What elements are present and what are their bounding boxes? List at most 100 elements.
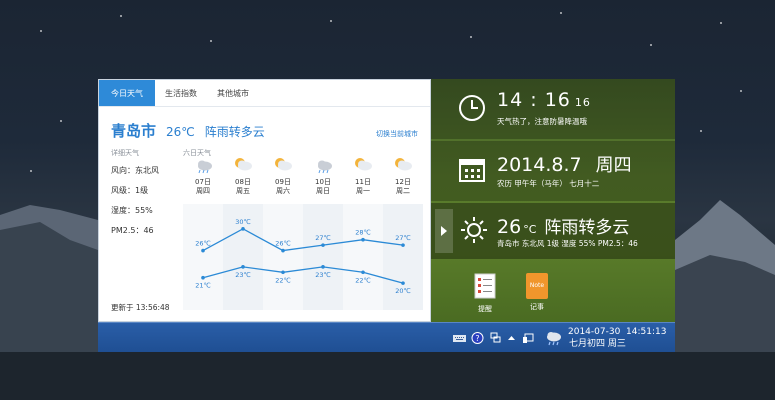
widget-temp-value: 26 [497, 216, 522, 238]
low-temp-point [361, 270, 365, 275]
switch-city-link[interactable]: 切换当前城市 [376, 129, 418, 139]
widget-temperature: 26 °C 阵雨转多云 [497, 213, 629, 238]
forecast-date: 09日 [275, 178, 291, 186]
clock-hint: 天气热了，注意防暑降温哦 [497, 117, 587, 126]
forecast-date: 08日 [235, 178, 251, 186]
forecast-days: 07日 周四 08日 周五 09日 周六 10日 周日 11日 周一 12日 周二 [183, 156, 423, 196]
widget-summary: 青岛市 东北风 1级 湿度 55% PM2.5：46 [497, 239, 638, 248]
low-temp-label: 23℃ [315, 271, 331, 279]
forecast-weekday: 周一 [356, 187, 370, 195]
tab-other-cities[interactable]: 其他城市 [207, 80, 259, 106]
forecast-day: 12日 周二 [383, 156, 423, 196]
forecast-day: 09日 周六 [263, 156, 303, 196]
forecast-weekday: 周五 [236, 187, 250, 195]
high-temp-label: 27℃ [395, 234, 411, 242]
desktop-widget-panel: 14 : 16 16 天气热了，注意防暑降温哦 2014.8.7 周四 农历 甲午年… [431, 79, 675, 322]
high-temp-label: 28℃ [355, 229, 371, 237]
forecast-date: 11日 [355, 178, 371, 186]
note-tile-text: Note [529, 282, 545, 289]
clock-minute: 16 [544, 89, 571, 111]
app-shortcuts: 提醒 Note 记事 [431, 265, 675, 322]
clock-hour: 14 [497, 89, 524, 111]
forecast-weekday: 周四 [196, 187, 210, 195]
action-center-icon[interactable] [523, 332, 536, 344]
widget-temp-unit: °C [523, 223, 537, 236]
sun-icon [461, 217, 487, 243]
taskbar-time: 14:51:13 [626, 327, 667, 337]
high-temp-point [281, 248, 285, 253]
high-temp-label: 26℃ [195, 240, 211, 248]
taskbar-clock[interactable]: 2014-07-30 14:51:13 七月初四 周三 [568, 326, 666, 350]
svg-text:?: ? [475, 334, 479, 343]
note-label: 记事 [530, 303, 544, 311]
reminder-list-icon [474, 273, 496, 299]
current-weather-header: 青岛市 26℃ 阵雨转多云 切换当前城市 [111, 120, 418, 140]
high-temp-point [201, 248, 205, 253]
forecast-day: 07日 周四 [183, 156, 223, 196]
rain-cloud-icon [198, 160, 212, 174]
low-temp-label: 20℃ [395, 287, 411, 295]
date-display: 2014.8.7 周四 [497, 151, 632, 177]
chevron-right-icon [441, 226, 447, 236]
chart-column-bg [303, 204, 343, 310]
tab-bar: 今日天气 生活指数 其他城市 [99, 80, 430, 107]
taskbar-date: 2014-07-30 [568, 327, 621, 337]
updated-time: 更新于 13:56:48 [111, 303, 170, 312]
details-heading: 详细天气 [111, 149, 139, 157]
taskbar-lunar: 七月初四 周三 [569, 339, 626, 349]
high-temp-point [361, 237, 365, 242]
network-icon[interactable] [489, 332, 502, 344]
partly-cloudy-icon [275, 158, 292, 171]
partly-cloudy-icon [355, 158, 372, 171]
note-icon: Note [526, 273, 548, 299]
high-temp-label: 30℃ [235, 218, 251, 226]
high-temp-label: 26℃ [275, 240, 291, 248]
help-icon[interactable]: ? [471, 332, 484, 344]
tab-today-weather[interactable]: 今日天气 [99, 80, 155, 106]
clock-time: 14 : 16 16 [497, 89, 591, 111]
lunar-date: 农历 甲午年（马年） 七月十二 [497, 179, 600, 188]
low-temp-point [321, 265, 325, 269]
keyboard-icon[interactable] [453, 332, 466, 344]
low-temp-point [201, 275, 205, 280]
low-temp-point [241, 265, 245, 269]
weather-tray-icon[interactable] [545, 329, 563, 347]
weekday-value: 周四 [595, 155, 632, 176]
clock-second: 16 [574, 96, 591, 109]
rain-cloud-icon [318, 160, 332, 174]
humidity: 湿度：55% [111, 206, 153, 215]
forecast-weekday: 周二 [396, 187, 410, 195]
chart-column-bg [343, 204, 383, 310]
reminder-app[interactable]: 提醒 [465, 273, 505, 314]
low-temp-point [281, 270, 285, 275]
low-temp-label: 21℃ [195, 282, 211, 290]
pm25: PM2.5：46 [111, 226, 154, 235]
low-temp-label: 22℃ [275, 276, 291, 284]
chart-column-bg [263, 204, 303, 310]
wind-level: 风级：1级 [111, 186, 149, 195]
high-temp-label: 27℃ [315, 234, 331, 242]
low-temp-label: 22℃ [355, 276, 371, 284]
current-temp: 26℃ [166, 125, 195, 139]
clock-separator: : [530, 89, 538, 111]
forecast-day: 08日 周五 [223, 156, 263, 196]
show-hidden-icons-arrow[interactable] [505, 332, 518, 344]
weather-widget[interactable]: 26 °C 阵雨转多云 青岛市 东北风 1级 湿度 55% PM2.5：46 [431, 203, 675, 259]
high-temp-point [401, 243, 405, 247]
tab-life-index[interactable]: 生活指数 [155, 80, 207, 106]
weather-panel: 今日天气 生活指数 其他城市 青岛市 26℃ 阵雨转多云 切换当前城市 详细天气… [98, 79, 431, 322]
expand-button[interactable] [435, 209, 453, 253]
clock-widget[interactable]: 14 : 16 16 天气热了，注意防暑降温哦 [431, 79, 675, 139]
wind-direction: 风向：东北风 [111, 166, 159, 175]
date-widget[interactable]: 2014.8.7 周四 农历 甲午年（马年） 七月十二 [431, 141, 675, 201]
note-app[interactable]: Note 记事 [517, 273, 557, 312]
date-value: 2014.8.7 [497, 154, 582, 176]
high-temp-point [241, 227, 245, 231]
temperature-chart: 26℃ 30℃ 26℃ 27℃ 28℃ 27℃ 21℃ 23℃ 22℃ 23℃ 22℃ 20℃ [183, 204, 423, 310]
partly-cloudy-icon [395, 158, 412, 171]
high-temp-point [321, 243, 325, 247]
current-condition: 阵雨转多云 [204, 125, 265, 139]
forecast-day: 11日 周一 [343, 156, 383, 196]
taskbar: ? 2014-07-30 14:51:13 七月初四 周三 [98, 322, 675, 352]
city-name: 青岛市 [111, 122, 157, 140]
